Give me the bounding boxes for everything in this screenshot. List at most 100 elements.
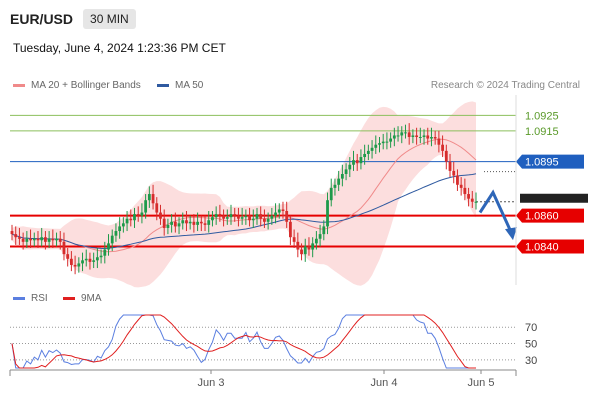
candle-body — [29, 238, 32, 241]
candle-body — [292, 237, 296, 242]
candle-body — [344, 169, 348, 174]
candle-body — [444, 150, 448, 162]
x-tick-label: Jun 3 — [198, 377, 225, 389]
candle-body — [211, 217, 214, 221]
candle-body — [340, 174, 344, 179]
candle-body — [470, 198, 474, 202]
candle-body — [392, 135, 396, 139]
candle-body — [62, 241, 66, 255]
candle-body — [244, 215, 248, 218]
candle-body — [430, 137, 433, 139]
candle-body — [55, 238, 58, 241]
candle-body — [441, 144, 444, 151]
candle-body — [352, 160, 355, 165]
candle-body — [355, 160, 359, 164]
candle-body — [411, 135, 415, 137]
candle-body — [51, 238, 55, 241]
candle-body — [274, 212, 277, 216]
candle-body — [433, 137, 437, 139]
candle-body — [270, 215, 274, 219]
candle-body — [214, 214, 218, 218]
candle-body — [107, 243, 110, 250]
candle-body — [121, 223, 125, 227]
candle-body — [314, 238, 318, 244]
candle-body — [322, 226, 326, 235]
candle-body — [259, 214, 263, 219]
candle-body — [159, 212, 162, 219]
candle-body — [359, 157, 363, 164]
candle-body — [155, 203, 159, 213]
candle-body — [203, 223, 207, 225]
candle-body — [185, 220, 188, 224]
candle-body — [118, 226, 122, 232]
candle-body — [151, 194, 155, 204]
candle-body — [263, 218, 266, 222]
candle-body — [47, 238, 51, 242]
candle-body — [240, 217, 244, 219]
candle-body — [229, 214, 233, 218]
candle-body — [463, 187, 467, 195]
candle-body — [389, 138, 393, 142]
candle-body — [348, 164, 352, 170]
candle-body — [363, 153, 367, 158]
candle-body — [277, 209, 281, 213]
x-tick-label: Jun 5 — [468, 377, 495, 389]
candle-body — [407, 132, 411, 137]
candle-body — [456, 175, 459, 185]
candle-body — [452, 170, 456, 176]
candle-body — [140, 212, 144, 216]
candle-body — [147, 194, 151, 201]
candle-body — [300, 249, 303, 255]
candle-body — [337, 178, 341, 185]
candle-body — [73, 264, 77, 267]
candle-body — [166, 224, 170, 228]
level-label-1.0895: 1.0895 — [525, 157, 559, 169]
candle-body — [237, 215, 240, 219]
candle-body — [58, 238, 62, 242]
candle-body — [162, 218, 166, 228]
current-price-tag — [520, 193, 588, 203]
candle-body — [285, 211, 289, 222]
candle-body — [281, 209, 285, 211]
candle-body — [173, 221, 177, 227]
candle-body — [81, 260, 84, 264]
candle-body — [374, 144, 378, 148]
candle-body — [378, 143, 381, 145]
candle-body — [233, 214, 237, 216]
level-label-1.0840: 1.0840 — [525, 241, 559, 253]
candle-body — [311, 243, 315, 250]
candle-body — [255, 214, 259, 219]
rsi-tick-70: 70 — [525, 322, 537, 334]
candle-body — [196, 221, 199, 225]
candle-body — [177, 223, 181, 227]
candle-body — [318, 234, 322, 239]
candle-body — [103, 249, 107, 256]
candle-body — [95, 257, 99, 261]
candle-body — [266, 218, 270, 222]
candle-body — [437, 138, 441, 145]
candle-body — [289, 221, 292, 238]
candle-body — [329, 187, 333, 201]
candle-body — [18, 237, 21, 239]
candle-body — [225, 217, 229, 219]
candle-body — [133, 214, 136, 221]
candle-body — [422, 135, 426, 137]
candle-body — [400, 132, 404, 136]
candle-body — [474, 201, 478, 203]
candle-body — [296, 241, 300, 250]
candle-body — [144, 200, 148, 213]
candle-body — [467, 194, 470, 199]
candle-body — [366, 150, 370, 154]
candle-body — [125, 218, 129, 224]
candle-body — [218, 214, 222, 216]
candle-body — [426, 135, 430, 139]
candle-body — [66, 254, 70, 259]
candle-body — [188, 221, 192, 224]
candle-body — [326, 200, 329, 227]
candle-body — [25, 238, 29, 242]
candle-body — [199, 221, 203, 224]
candle-body — [404, 132, 407, 134]
candle-body — [181, 220, 185, 224]
candle-body — [170, 221, 174, 225]
candle-body — [385, 141, 389, 143]
